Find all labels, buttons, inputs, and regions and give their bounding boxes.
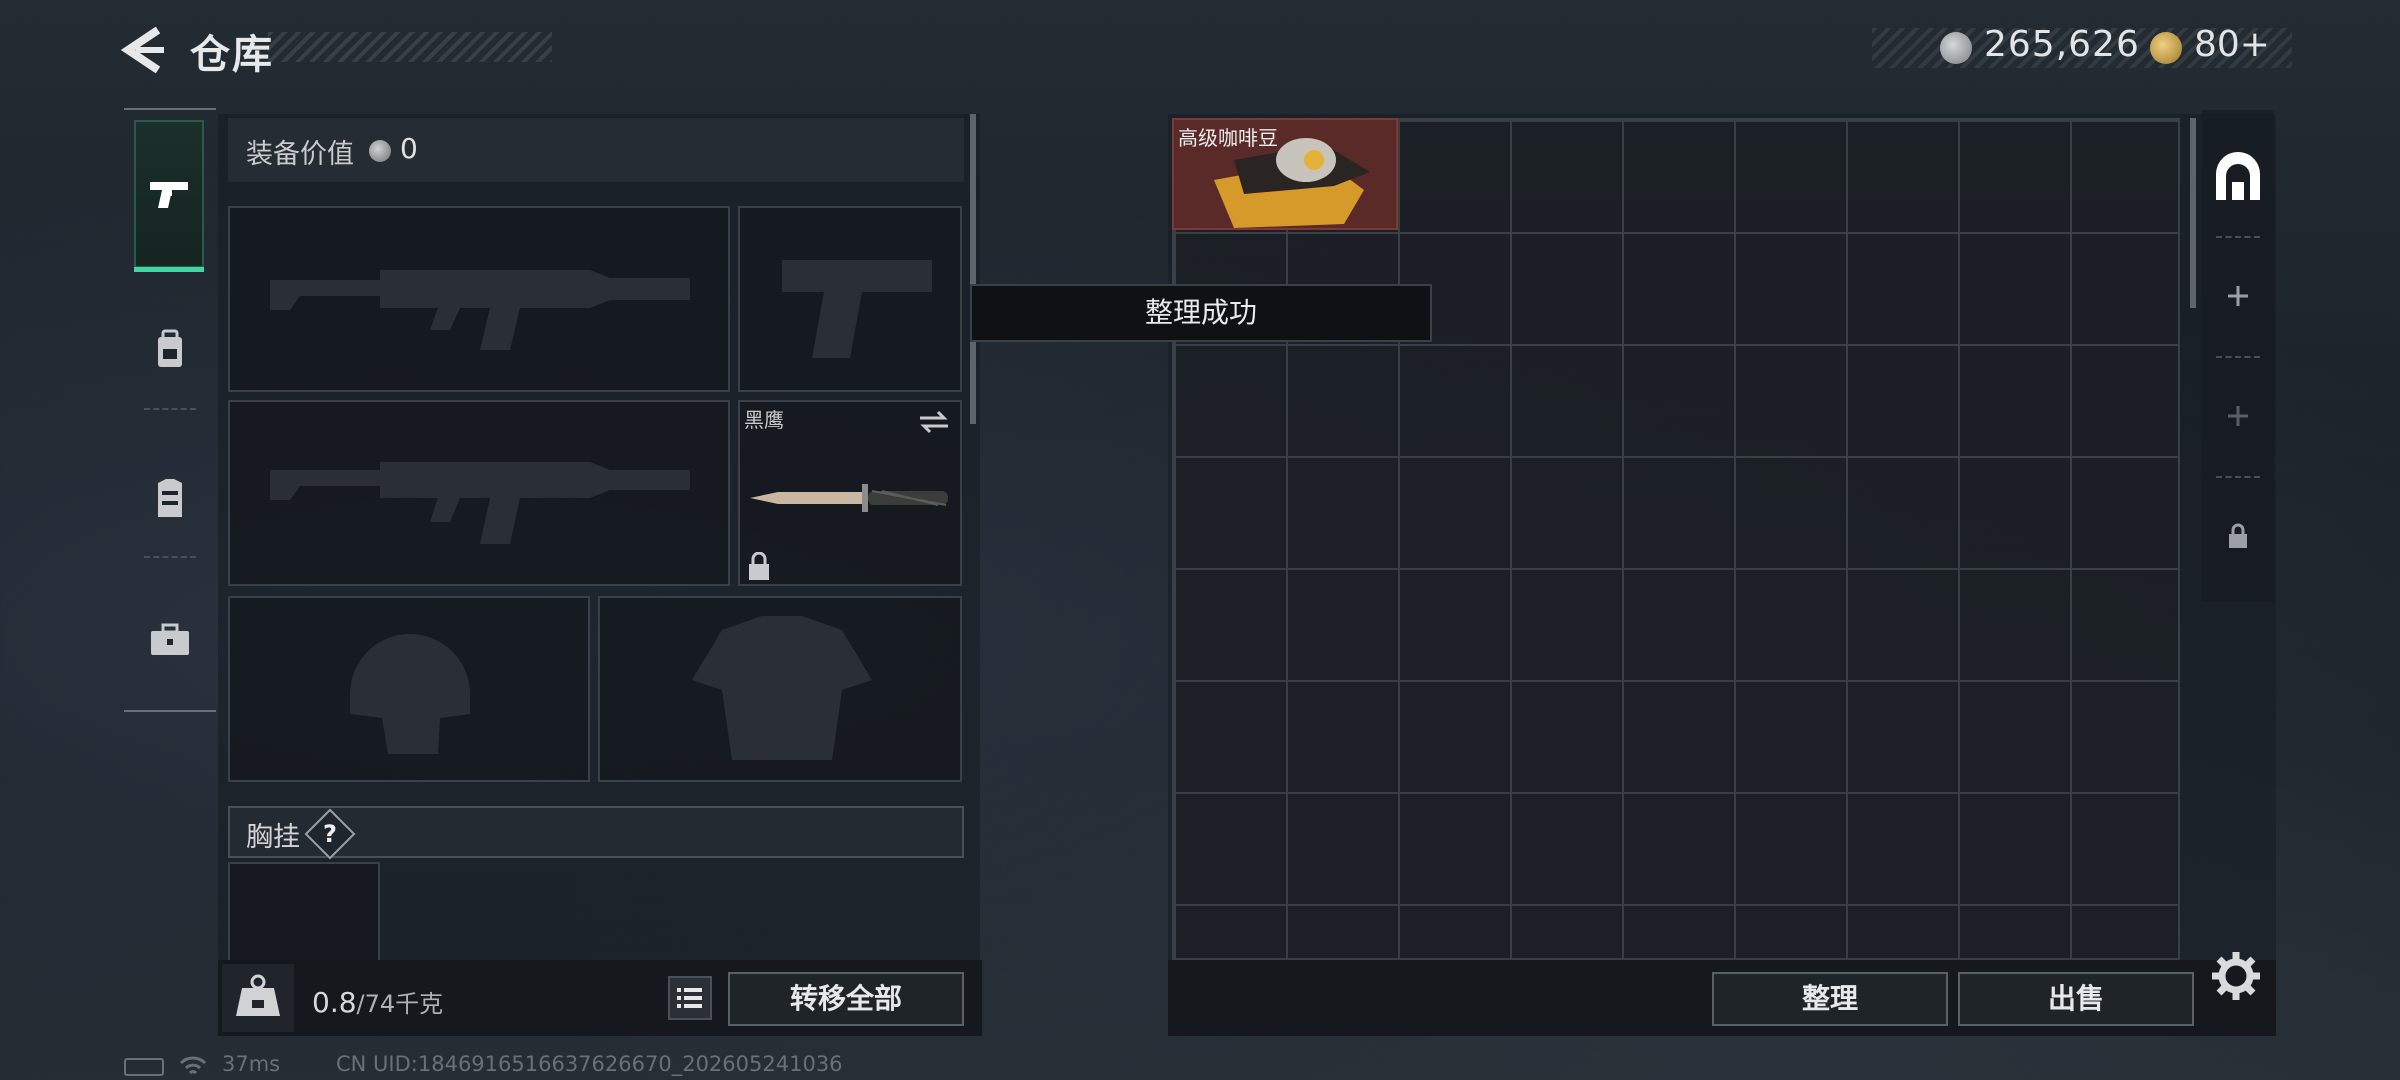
knife-icon (750, 484, 948, 512)
weight-icon (222, 964, 294, 1032)
toolbox-icon (151, 623, 189, 655)
title-decoration (268, 32, 552, 62)
coin-icon (369, 140, 391, 162)
nav-toolbox[interactable] (124, 570, 216, 710)
list-icon (677, 988, 702, 1008)
container-nav-divider (2216, 356, 2260, 358)
storage-icon (2216, 152, 2260, 200)
help-icon: ? (323, 820, 337, 848)
category-nav (124, 108, 216, 712)
ping-display: 37ms (222, 1052, 281, 1076)
nav-weapons[interactable] (134, 120, 204, 272)
coin-icon (1940, 32, 1972, 64)
back-arrow-icon (120, 26, 164, 74)
gear-icon (2212, 952, 2260, 1000)
toast-message: 整理成功 (970, 284, 1432, 342)
plus-icon (2228, 286, 2248, 306)
weight-display: 0.8/74千克 (312, 984, 443, 1019)
money-amount: 265,626 (1984, 24, 2140, 65)
chest-rig-label: 胸挂 (246, 822, 300, 853)
equipment-scrollbar[interactable] (970, 114, 976, 424)
helmet-silhouette-icon (350, 634, 470, 754)
wifi-icon (178, 1054, 208, 1080)
rifle-silhouette-icon (270, 462, 690, 544)
nav-divider (144, 408, 196, 410)
helmet-slot[interactable] (228, 596, 590, 782)
list-view-button[interactable] (668, 976, 712, 1020)
ticket-amount[interactable]: 80+ (2194, 24, 2270, 65)
secondary-weapon-slot[interactable] (738, 206, 962, 392)
weight-max: /74千克 (356, 990, 444, 1018)
nav-backpack[interactable] (124, 280, 216, 420)
melee-item-name: 黑鹰 (744, 408, 784, 432)
ticket-icon (2150, 32, 2182, 64)
container-tab-add-1[interactable] (2206, 246, 2270, 346)
container-nav-divider (2216, 236, 2260, 238)
weight-current: 0.8 (312, 986, 357, 1019)
sell-button[interactable]: 出售 (1958, 972, 2194, 1026)
equipment-value-label: 装备价值 (246, 139, 354, 170)
battery-icon (124, 1058, 164, 1076)
chest-rig-slot[interactable] (228, 862, 380, 962)
back-button[interactable] (118, 24, 170, 76)
primary-weapon-slot[interactable] (228, 206, 730, 392)
rifle-silhouette-icon (270, 270, 690, 350)
weight-icon (236, 974, 280, 1016)
container-tab-locked[interactable] (2206, 486, 2270, 586)
sort-button[interactable]: 整理 (1712, 972, 1948, 1026)
page-title: 仓库 (190, 32, 274, 78)
nav-divider (144, 556, 196, 558)
settings-button[interactable] (2210, 950, 2262, 1002)
backpack-icon (158, 329, 182, 367)
item-name: 高级咖啡豆 (1178, 126, 1278, 150)
user-uid: CN UID:1846916516637626670_202605241036 (336, 1052, 843, 1076)
armor-silhouette-icon (692, 616, 872, 760)
nav-vest[interactable] (124, 428, 216, 568)
container-tab-storage[interactable] (2206, 128, 2270, 228)
lock-icon (749, 552, 769, 580)
storage-scrollbar[interactable] (2190, 118, 2196, 308)
secondary-rifle-slot[interactable] (228, 400, 730, 586)
equipment-value: 0 (400, 132, 418, 165)
storage-grid[interactable] (1172, 118, 2180, 960)
container-nav-divider (2216, 476, 2260, 478)
lock-icon (2229, 523, 2247, 548)
plus-icon (2228, 406, 2248, 426)
transfer-all-button[interactable]: 转移全部 (728, 972, 964, 1026)
pistol-icon (150, 182, 188, 208)
swap-icon[interactable] (916, 410, 952, 434)
pistol-silhouette-icon (782, 260, 932, 358)
armor-slot[interactable] (598, 596, 962, 782)
vest-icon (158, 479, 182, 517)
container-tab-add-2[interactable] (2206, 366, 2270, 466)
